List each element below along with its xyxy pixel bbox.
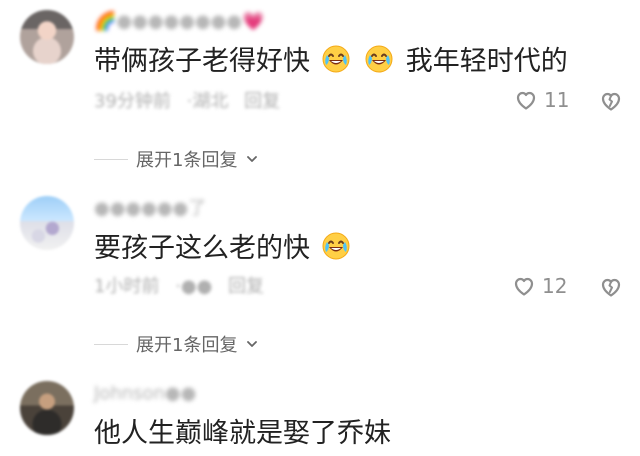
avatar[interactable] bbox=[20, 196, 74, 250]
comment-time: 39分钟前 bbox=[94, 91, 171, 112]
comment-text-part: 我年轻时代的 bbox=[405, 46, 568, 77]
broken-heart-icon[interactable] bbox=[599, 89, 623, 113]
comment-text-part: 他人生巅峰就是娶了乔妹 bbox=[94, 418, 391, 449]
reply-link[interactable]: 回复 bbox=[244, 91, 280, 112]
laugh-cry-emoji bbox=[321, 231, 351, 261]
like-button[interactable]: 12 bbox=[512, 274, 567, 298]
avatar[interactable] bbox=[20, 10, 74, 64]
avatar[interactable] bbox=[20, 381, 74, 435]
like-count: 12 bbox=[542, 274, 568, 298]
expand-replies-label: 展开1条回复 bbox=[136, 335, 238, 356]
username[interactable]: Johnson●● bbox=[94, 384, 196, 404]
reply-divider bbox=[94, 158, 128, 160]
comment-time: 1小时前 bbox=[94, 276, 160, 297]
laugh-cry-emoji bbox=[321, 44, 351, 74]
expand-replies-label: 展开1条回复 bbox=[136, 150, 238, 171]
heart-icon bbox=[514, 88, 538, 112]
like-button[interactable]: 11 bbox=[514, 88, 569, 112]
expand-replies-button[interactable]: 展开1条回复 bbox=[94, 146, 259, 172]
comment-location: ·湖北 bbox=[186, 91, 229, 112]
comment-meta: 39分钟前 ·湖北 回复 bbox=[94, 92, 290, 112]
like-count: 11 bbox=[544, 88, 570, 112]
comment-text-part: 带俩孩子老得好快 bbox=[94, 46, 310, 77]
username[interactable]: 🌈●●●●●●●●💗 bbox=[94, 12, 264, 32]
chevron-down-icon bbox=[245, 152, 259, 166]
heart-icon bbox=[512, 274, 536, 298]
reply-link[interactable]: 回复 bbox=[228, 276, 264, 297]
comment-text: 要孩子这么老的快 bbox=[94, 231, 354, 265]
comment-text-part: 要孩子这么老的快 bbox=[94, 233, 310, 264]
comment-text: 带俩孩子老得好快 我年轻时代的 bbox=[94, 44, 568, 78]
comment-thread: 🌈●●●●●●●●💗 带俩孩子老得好快 我年轻时代的 39分钟前 ·湖北 回复 … bbox=[0, 0, 640, 456]
comment-text: 他人生巅峰就是娶了乔妹 bbox=[94, 418, 391, 450]
broken-heart-icon[interactable] bbox=[599, 275, 623, 299]
username[interactable]: ●●●●●●了 bbox=[94, 199, 206, 219]
laugh-cry-emoji bbox=[364, 44, 394, 74]
chevron-down-icon bbox=[245, 337, 259, 351]
reply-divider bbox=[94, 343, 128, 345]
comment-meta: 1小时前 ·●● 回复 bbox=[94, 277, 274, 297]
comment-location: ·●● bbox=[175, 276, 213, 297]
expand-replies-button[interactable]: 展开1条回复 bbox=[94, 331, 259, 357]
